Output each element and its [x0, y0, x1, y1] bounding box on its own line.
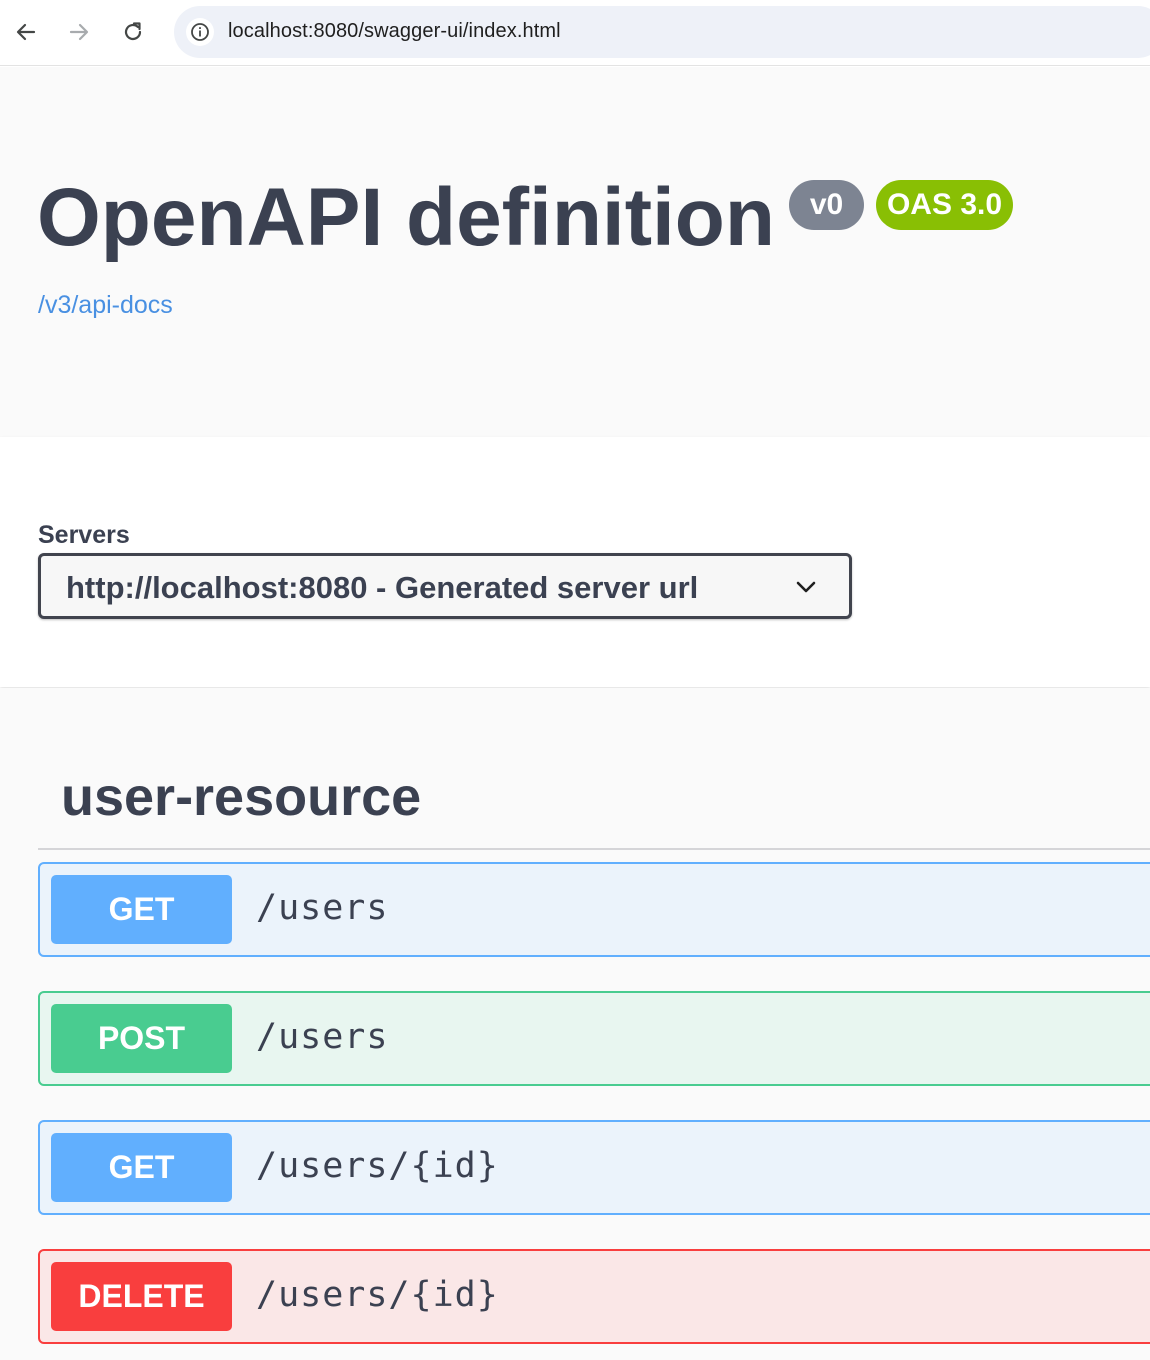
version-badge: v0	[789, 180, 864, 230]
arrow-left-icon	[16, 23, 36, 41]
operations-section: user-resource GET /users POST /users GET…	[0, 688, 1150, 1360]
address-bar[interactable]: localhost:8080/swagger-ui/index.html	[174, 6, 1150, 58]
oas-badge: OAS 3.0	[876, 180, 1013, 230]
servers-label: Servers	[38, 521, 130, 549]
tag-name: user-resource	[61, 767, 422, 827]
servers-section: Servers http://localhost:8080 - Generate…	[0, 437, 1150, 687]
opblock-get-user-by-id[interactable]: GET /users/{id}	[38, 1120, 1150, 1215]
chevron-down-icon	[796, 581, 816, 593]
server-select-value: http://localhost:8080 - Generated server…	[66, 570, 699, 605]
server-select[interactable]: http://localhost:8080 - Generated server…	[38, 553, 852, 619]
url-text: localhost:8080/swagger-ui/index.html	[228, 20, 561, 42]
back-button[interactable]	[8, 14, 44, 50]
api-title: OpenAPI definition	[37, 172, 775, 263]
api-docs-link[interactable]: /v3/api-docs	[38, 291, 173, 320]
method-badge: POST	[51, 1004, 232, 1073]
operation-path: /users	[256, 888, 389, 928]
operation-path: /users	[256, 1017, 389, 1057]
operation-path: /users/{id}	[256, 1146, 499, 1186]
method-badge: DELETE	[51, 1262, 232, 1331]
operation-path: /users/{id}	[256, 1275, 499, 1315]
arrow-right-icon	[69, 23, 89, 41]
info-icon[interactable]	[186, 18, 214, 46]
opblock-delete-user-by-id[interactable]: DELETE /users/{id}	[38, 1249, 1150, 1344]
browser-toolbar: localhost:8080/swagger-ui/index.html	[0, 0, 1150, 66]
tag-header[interactable]: user-resource	[38, 758, 1150, 850]
info-section: OpenAPI definition v0 OAS 3.0 /v3/api-do…	[0, 67, 1150, 437]
forward-button[interactable]	[61, 14, 97, 50]
reload-button[interactable]	[115, 14, 151, 50]
opblock-get-users[interactable]: GET /users	[38, 862, 1150, 957]
reload-icon	[124, 22, 142, 41]
opblock-post-users[interactable]: POST /users	[38, 991, 1150, 1086]
method-badge: GET	[51, 875, 232, 944]
method-badge: GET	[51, 1133, 232, 1202]
